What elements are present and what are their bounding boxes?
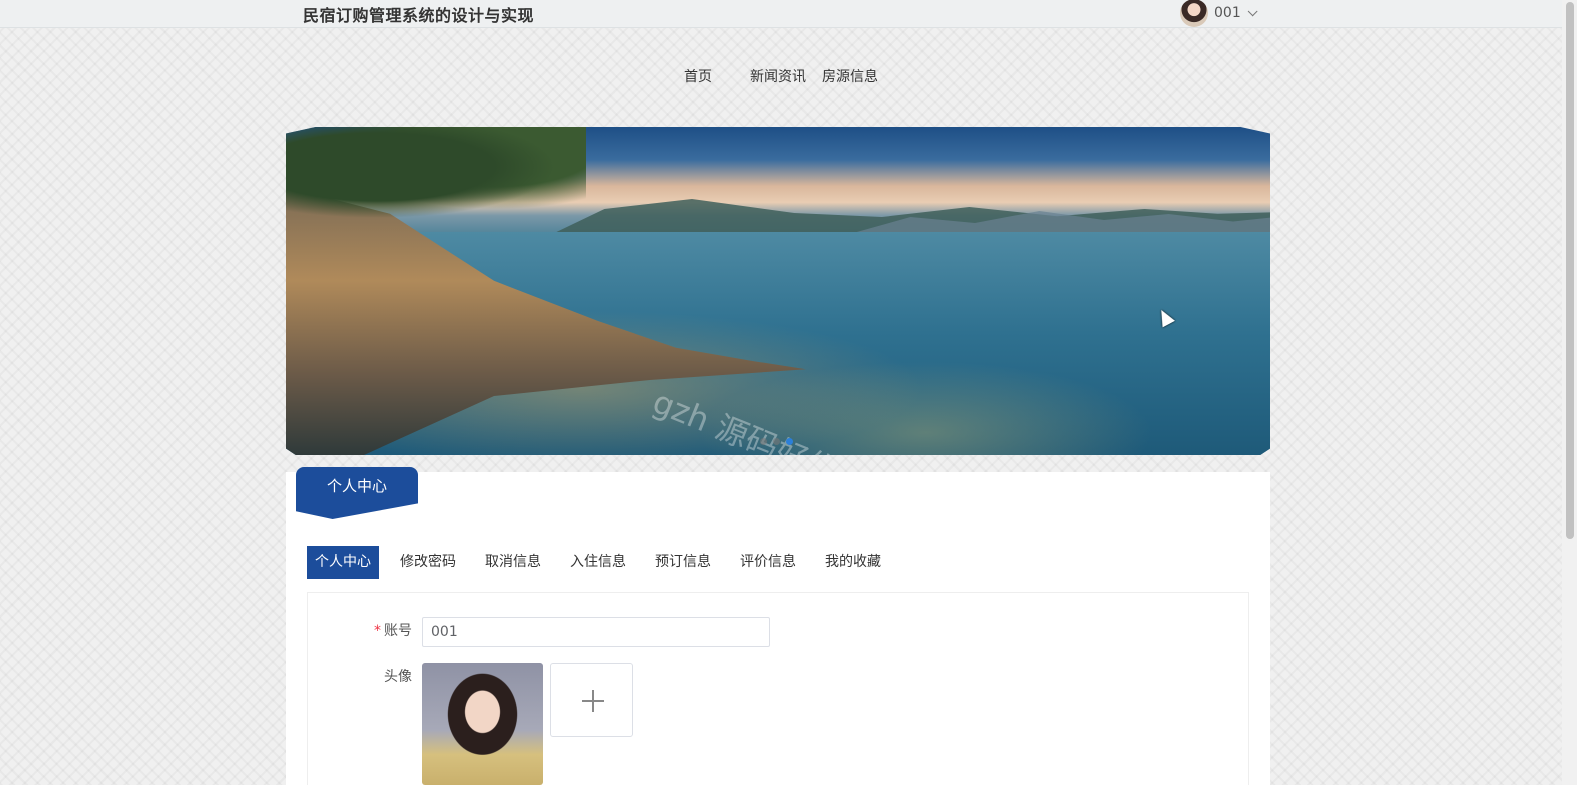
tab-bar: 个人中心 修改密码 取消信息 入住信息 预订信息 评价信息 我的收藏 xyxy=(307,546,902,579)
plus-icon-vertical xyxy=(592,690,594,712)
chevron-down-icon[interactable] xyxy=(1247,5,1258,16)
avatar-label: 头像 xyxy=(384,669,412,685)
avatar-preview[interactable] xyxy=(422,663,543,785)
tab-change-password[interactable]: 修改密码 xyxy=(392,546,464,579)
top-bar: 民宿订购管理系统的设计与实现 001 xyxy=(0,0,1562,28)
nav-rooms[interactable]: 房源信息 xyxy=(814,67,886,87)
tab-bookings[interactable]: 预订信息 xyxy=(647,546,719,579)
account-label: * 账号 xyxy=(308,617,422,645)
avatar-upload-button[interactable] xyxy=(550,663,633,737)
section-title: 个人中心 xyxy=(296,467,418,519)
tab-check-ins[interactable]: 入住信息 xyxy=(562,546,634,579)
tab-reviews[interactable]: 评价信息 xyxy=(732,546,804,579)
required-marker: * xyxy=(374,623,381,639)
account-row: * 账号 xyxy=(308,617,770,647)
user-avatar[interactable] xyxy=(1180,0,1208,27)
scrollbar-thumb[interactable] xyxy=(1566,2,1574,539)
banner-trees xyxy=(286,127,586,227)
carousel-dot-1[interactable] xyxy=(760,438,767,445)
profile-form: *账号 头像 xyxy=(307,592,1249,785)
page-scrollbar[interactable] xyxy=(1562,0,1577,785)
account-input[interactable] xyxy=(422,617,770,647)
avatar-row: 头像 xyxy=(308,663,633,785)
nav-home[interactable]: 首页 xyxy=(676,67,720,87)
tab-personal-center[interactable]: 个人中心 xyxy=(307,546,379,579)
carousel-dot-3[interactable] xyxy=(786,438,793,445)
tab-cancellations[interactable]: 取消信息 xyxy=(477,546,549,579)
user-menu[interactable]: 001 xyxy=(1180,0,1258,27)
nav-news[interactable]: 新闻资讯 xyxy=(742,67,814,87)
tab-favorites[interactable]: 我的收藏 xyxy=(817,546,889,579)
user-name[interactable]: 001 xyxy=(1214,5,1241,21)
carousel-dot-2[interactable] xyxy=(773,438,780,445)
banner-carousel[interactable]: gzh 源码好优多 xyxy=(286,127,1270,455)
account-label-text: 账号 xyxy=(384,623,412,639)
personal-center-card: 个人中心 个人中心 修改密码 取消信息 入住信息 预订信息 评价信息 我的收藏 … xyxy=(286,467,1270,785)
main-nav: 首页 新闻资讯 房源信息 xyxy=(0,67,1562,87)
site-title: 民宿订购管理系统的设计与实现 xyxy=(303,6,535,25)
carousel-indicators xyxy=(760,438,793,445)
